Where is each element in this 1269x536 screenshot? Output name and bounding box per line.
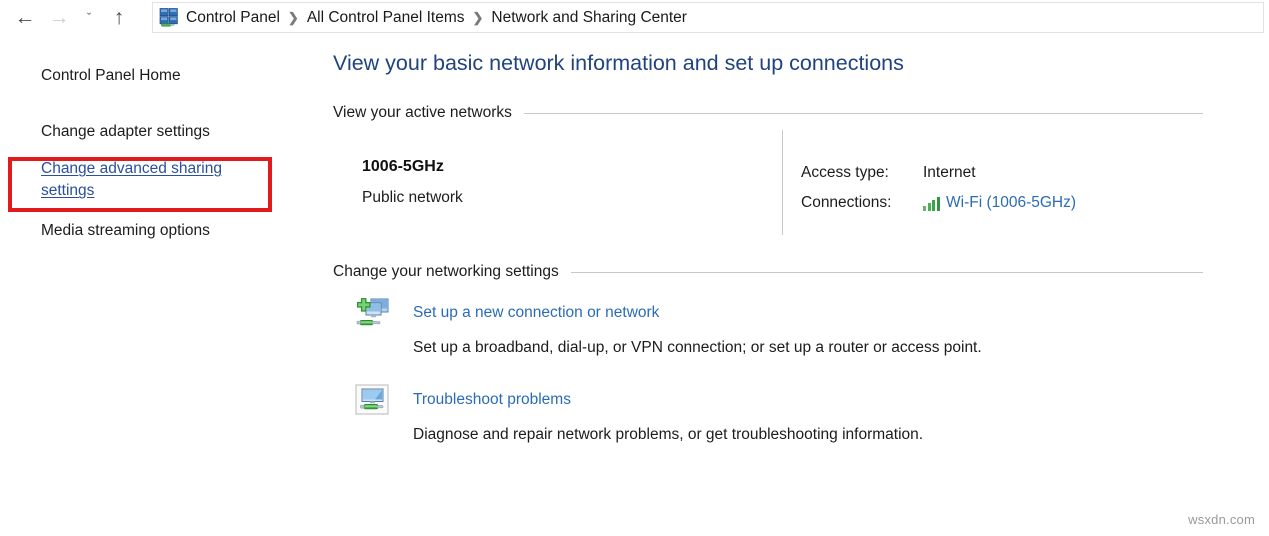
- property-label: Connections:: [801, 194, 892, 211]
- breadcrumb[interactable]: Control Panel ❯ All Control Panel Items …: [152, 2, 1264, 33]
- network-type: Public network: [362, 189, 463, 206]
- sidebar-item-control-panel-home[interactable]: Control Panel Home: [41, 65, 181, 87]
- section-header-change-settings: Change your networking settings: [333, 263, 1203, 281]
- network-sharing-center-window: ← → ˇ ↑ Control Panel ❯ All Control Pane…: [0, 0, 1269, 536]
- network-name: 1006-5GHz: [362, 158, 444, 175]
- task-description: Diagnose and repair network problems, or…: [413, 426, 924, 443]
- section-rule: [570, 271, 1203, 273]
- vertical-divider: [782, 130, 783, 235]
- breadcrumb-item-control-panel[interactable]: Control Panel: [186, 9, 280, 27]
- page-title: View your basic network information and …: [333, 51, 904, 75]
- section-label: Change your networking settings: [333, 263, 559, 280]
- task-description: Set up a broadband, dial-up, or VPN conn…: [413, 339, 982, 356]
- section-header-active-networks: View your active networks: [333, 104, 1203, 122]
- arrow-left-icon[interactable]: ←: [8, 1, 42, 35]
- link-set-up-a-new-connection-or-network[interactable]: Set up a new connection or network: [413, 304, 659, 322]
- navigation-pane: Control Panel Home Change adapter settin…: [0, 46, 310, 516]
- arrow-up-icon[interactable]: ↑: [102, 1, 136, 35]
- watermark: wsxdn.com: [1188, 512, 1255, 527]
- arrow-right-icon[interactable]: →: [42, 1, 76, 35]
- chevron-right-icon[interactable]: ❯: [288, 10, 299, 26]
- troubleshoot-icon: [355, 383, 391, 419]
- breadcrumb-item-network-and-sharing-center[interactable]: Network and Sharing Center: [491, 9, 687, 27]
- property-label: Access type:: [801, 164, 889, 181]
- breadcrumb-item-all-control-panel-items[interactable]: All Control Panel Items: [307, 9, 465, 27]
- property-row-access-type: Access type: Internet: [801, 158, 1221, 188]
- chevron-down-icon[interactable]: ˇ: [76, 1, 102, 35]
- sidebar-item-change-adapter-settings[interactable]: Change adapter settings: [41, 121, 210, 143]
- section-rule: [523, 112, 1203, 114]
- network-properties: Access type: Internet Connections: Wi-Fi…: [801, 158, 1221, 218]
- new-connection-icon: [355, 296, 391, 332]
- content-pane: View your basic network information and …: [333, 46, 1269, 536]
- section-label: View your active networks: [333, 104, 512, 121]
- sidebar-item-change-advanced-sharing-settings[interactable]: Change advanced sharing settings: [41, 158, 256, 203]
- property-row-connections: Connections: Wi-Fi (1006-5GHz): [801, 188, 1221, 218]
- connection-link[interactable]: Wi-Fi (1006-5GHz): [946, 194, 1076, 212]
- chevron-right-icon[interactable]: ❯: [472, 10, 483, 26]
- property-value-access-type: Internet: [923, 164, 976, 181]
- sidebar-item-media-streaming-options[interactable]: Media streaming options: [41, 220, 210, 242]
- link-troubleshoot-problems[interactable]: Troubleshoot problems: [413, 391, 571, 409]
- network-sharing-center-icon: [159, 7, 181, 29]
- wifi-signal-bars-icon: [923, 196, 941, 211]
